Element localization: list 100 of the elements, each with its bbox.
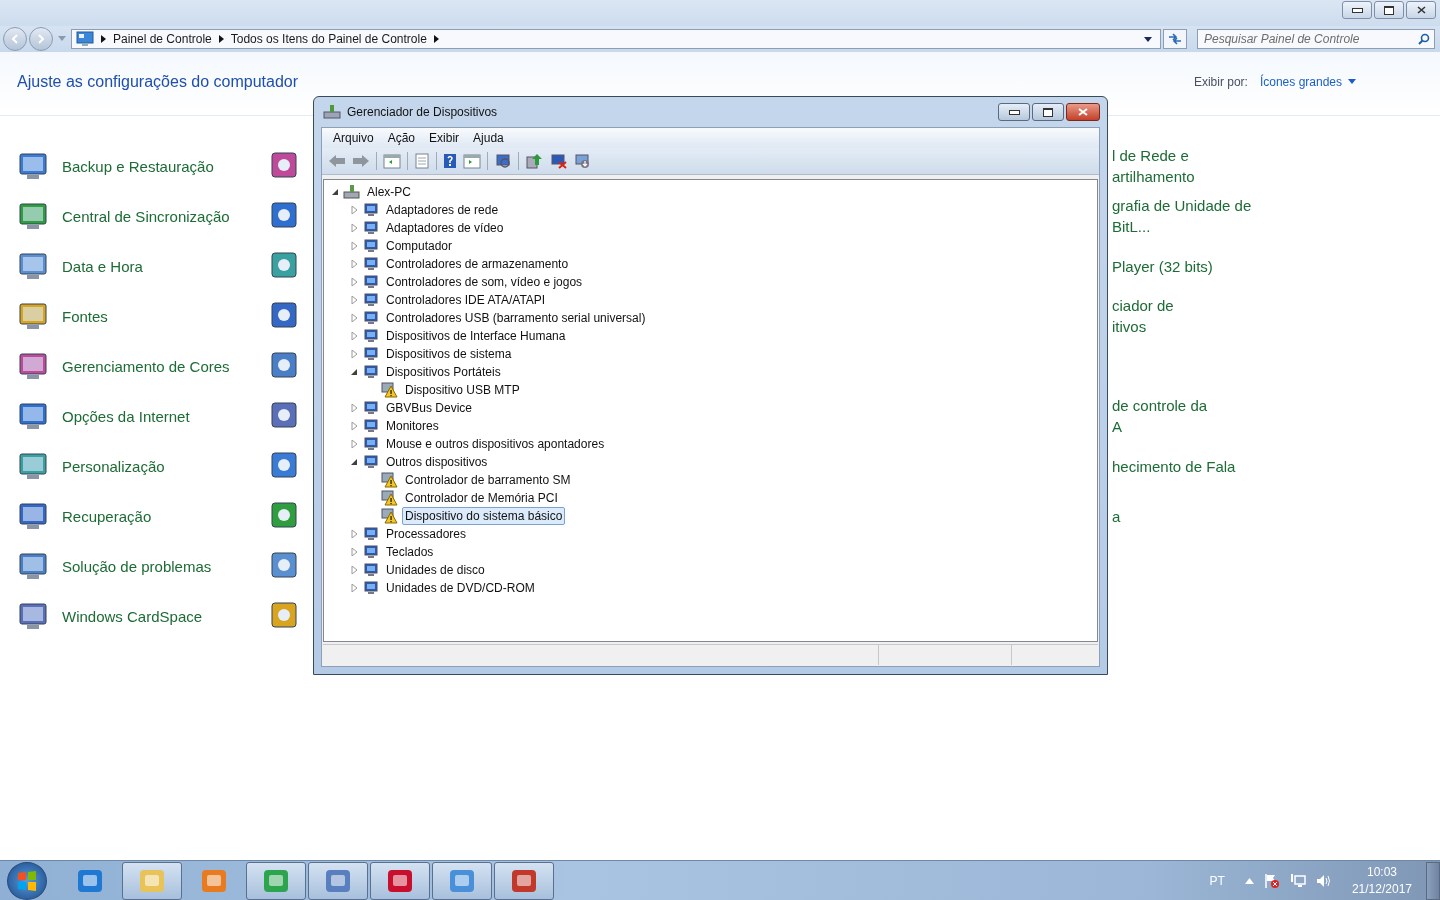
control-panel-item-link[interactable]: Windows CardSpace [62, 607, 268, 625]
back-button[interactable] [3, 27, 27, 51]
control-panel-item-link[interactable]: Data e Hora [62, 257, 268, 275]
expand-toggle-icon[interactable] [351, 206, 358, 214]
minimize-button[interactable] [1342, 1, 1372, 19]
expand-toggle-icon[interactable] [351, 440, 358, 448]
control-panel-item-link[interactable]: Central de Sincronização [62, 207, 268, 225]
control-panel-item-link[interactable]: l de Rede e artilhamento [1112, 145, 1195, 187]
tree-item[interactable]: Outros dispositivos [383, 453, 491, 471]
breadcrumb-item[interactable]: Painel de Controle [113, 32, 212, 46]
maximize-button[interactable] [1032, 103, 1064, 121]
control-panel-item-link[interactable]: Solução de problemas [62, 557, 268, 575]
expand-toggle-icon[interactable] [351, 278, 358, 286]
tree-item[interactable]: GBVBus Device [383, 399, 476, 417]
taskbar-app-button[interactable] [370, 861, 430, 900]
expand-toggle-icon[interactable] [332, 188, 339, 196]
address-bar[interactable]: Painel de Controle Todos os Itens do Painel de Controle [71, 29, 1161, 49]
flag-icon[interactable] [1263, 872, 1280, 889]
control-panel-item-link[interactable]: Personalização [62, 457, 268, 475]
tree-item[interactable]: Controlador de Memória PCI [402, 489, 561, 507]
scan-hardware-icon[interactable] [494, 153, 512, 169]
start-button[interactable] [7, 861, 47, 900]
refresh-button[interactable] [1163, 29, 1187, 49]
uninstall-icon[interactable] [549, 153, 567, 169]
network-icon[interactable] [1289, 872, 1306, 889]
tree-item[interactable]: Controladores de som, vídeo e jogos [383, 273, 586, 291]
search-field[interactable]: Pesquisar Painel de Controle [1197, 29, 1435, 49]
breadcrumb-item[interactable]: Todos os Itens do Painel de Controle [230, 32, 427, 46]
menu-item[interactable]: Ajuda [466, 131, 511, 145]
taskbar-app-button[interactable] [432, 861, 492, 900]
control-panel-item-link[interactable]: a [1112, 505, 1121, 527]
taskbar-app-button[interactable] [308, 861, 368, 900]
help-icon[interactable] [443, 153, 457, 169]
breadcrumb-arrow-icon[interactable] [101, 35, 106, 43]
tree-item[interactable]: Controladores IDE ATA/ATAPI [383, 291, 549, 309]
tree-item[interactable]: Dispositivos Portáteis [383, 363, 504, 381]
control-panel-item-link[interactable]: Opções da Internet [62, 407, 268, 425]
breadcrumb-arrow-icon[interactable] [218, 35, 224, 43]
control-panel-item-link[interactable]: hecimento de Fala [1112, 455, 1236, 477]
expand-toggle-icon[interactable] [351, 584, 358, 592]
menu-item[interactable]: Exibir [422, 131, 467, 145]
tree-item[interactable]: Alex-PC [364, 183, 414, 201]
control-panel-item-link[interactable]: Fontes [62, 307, 268, 325]
tree-item[interactable]: Unidades de disco [383, 561, 488, 579]
tree-item[interactable]: Controladores USB (barramento serial universal) [383, 309, 649, 327]
tree-item[interactable]: Controlador de barramento SM [402, 471, 574, 489]
control-panel-item-link[interactable]: Player (32 bits) [1112, 255, 1213, 277]
tree-item[interactable]: Adaptadores de vídeo [383, 219, 507, 237]
taskbar-app-button[interactable] [494, 861, 554, 900]
expand-toggle-icon[interactable] [351, 368, 358, 376]
dropdown-caret-icon[interactable] [1144, 36, 1152, 42]
tree-item[interactable]: Unidades de DVD/CD-ROM [383, 579, 538, 597]
tree-item[interactable]: Adaptadores de rede [383, 201, 502, 219]
expand-toggle-icon[interactable] [351, 530, 358, 538]
expand-toggle-icon[interactable] [351, 548, 358, 556]
restore-button[interactable] [1374, 1, 1404, 19]
tree-item[interactable]: Dispositivo USB MTP [402, 381, 523, 399]
forward-arrow-icon[interactable] [352, 154, 370, 168]
back-arrow-icon[interactable] [328, 154, 346, 168]
download-driver-icon[interactable] [573, 153, 591, 169]
control-panel-item-link[interactable]: Backup e Restauração [62, 157, 268, 175]
expand-toggle-icon[interactable] [351, 422, 358, 430]
control-panel-item-link[interactable]: Recuperação [62, 507, 268, 525]
taskbar-app-button[interactable] [122, 861, 182, 900]
expand-toggle-icon[interactable] [351, 224, 358, 232]
tree-item[interactable]: Controladores de armazenamento [383, 255, 572, 273]
update-driver-icon[interactable] [525, 153, 543, 169]
expand-toggle-icon[interactable] [351, 314, 358, 322]
show-hidden-icons-icon[interactable] [1244, 877, 1254, 884]
minimize-button[interactable] [998, 103, 1030, 121]
tree-item[interactable]: Monitores [383, 417, 442, 435]
expand-toggle-icon[interactable] [351, 332, 358, 340]
menu-item[interactable]: Arquivo [326, 131, 381, 145]
breadcrumb-arrow-icon[interactable] [433, 35, 439, 43]
taskbar-app-button[interactable] [246, 861, 306, 900]
tree-item[interactable]: Mouse e outros dispositivos apontadores [383, 435, 608, 453]
console-tree-icon[interactable] [383, 153, 401, 169]
expand-toggle-icon[interactable] [351, 350, 358, 358]
action-pane-icon[interactable] [463, 153, 481, 169]
control-panel-item-link[interactable]: grafia de Unidade de BitL... [1112, 195, 1252, 237]
expand-toggle-icon[interactable] [351, 566, 358, 574]
tree-item[interactable]: Processadores [383, 525, 470, 543]
tree-item[interactable]: Computador [383, 237, 456, 255]
expand-toggle-icon[interactable] [351, 404, 358, 412]
menu-item[interactable]: Ação [380, 131, 423, 145]
expand-toggle-icon[interactable] [351, 260, 358, 268]
close-button[interactable] [1066, 103, 1100, 121]
control-panel-item-link[interactable]: Gerenciamento de Cores [62, 357, 268, 375]
expand-toggle-icon[interactable] [351, 296, 358, 304]
expand-toggle-icon[interactable] [351, 242, 358, 250]
close-button[interactable] [1406, 1, 1436, 19]
tree-item[interactable]: Dispositivos de Interface Humana [383, 327, 569, 345]
control-panel-item-link[interactable]: ciador de itivos [1112, 295, 1174, 337]
forward-button[interactable] [29, 27, 53, 51]
view-by-dropdown[interactable]: Ícones grandes [1259, 74, 1356, 89]
expand-toggle-icon[interactable] [351, 458, 358, 466]
tree-item[interactable]: Dispositivo do sistema básico [402, 507, 566, 525]
tree-item[interactable]: Teclados [383, 543, 437, 561]
tree-item[interactable]: Dispositivos de sistema [383, 345, 515, 363]
control-panel-item-link[interactable]: de controle da A [1112, 395, 1208, 437]
